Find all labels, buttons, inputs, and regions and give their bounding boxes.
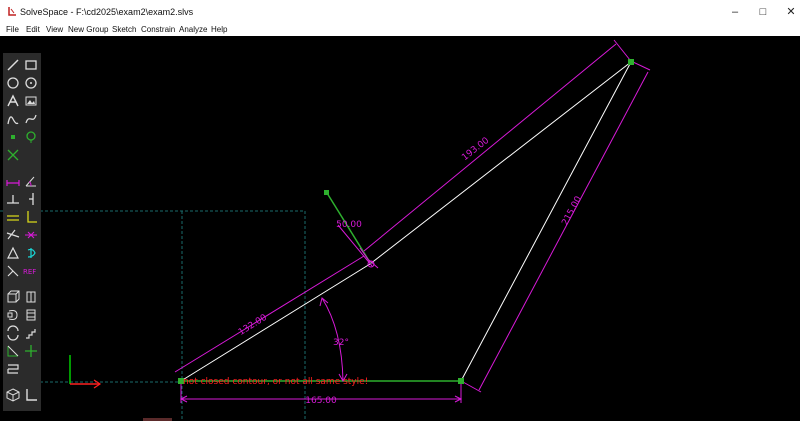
assembly-icon[interactable] — [5, 361, 21, 377]
image-icon[interactable] — [23, 93, 39, 109]
step-translate-icon[interactable] — [5, 325, 21, 341]
title-bar: SolveSpace - F:\cd2025\exam2\exam2.slvs … — [0, 0, 800, 24]
point-icon[interactable] — [5, 129, 21, 145]
ref-label: REF — [23, 268, 36, 276]
dim-label-bottom[interactable]: 165.00 — [305, 396, 337, 406]
split-curves-icon[interactable] — [5, 147, 21, 163]
arc-icon[interactable] — [23, 75, 39, 91]
sketch-canvas[interactable]: 193.00 215.00 50.00 132.00 165.00 32° no… — [0, 36, 800, 421]
menu-file[interactable]: File — [6, 25, 19, 34]
left-toolbar: REF — [3, 53, 41, 411]
point-top-right[interactable] — [628, 59, 634, 65]
solvespace-logo-icon — [8, 7, 16, 16]
close-button[interactable]: ✕ — [776, 0, 800, 24]
menu-help[interactable]: Help — [211, 25, 227, 34]
minimize-button[interactable]: – — [720, 0, 750, 24]
reference-icon[interactable]: REF — [23, 263, 39, 279]
dim-label-short-segment[interactable]: 50.00 — [336, 220, 362, 230]
line-icon[interactable] — [5, 57, 21, 73]
workplane-icon[interactable] — [5, 343, 21, 359]
dimension-right-side[interactable] — [462, 61, 651, 393]
menu-sketch[interactable]: Sketch — [112, 25, 136, 34]
error-message: not closed contour, or not all same styl… — [183, 377, 368, 387]
rectangle-icon[interactable] — [23, 57, 39, 73]
menu-bar: File Edit View New Group Sketch Constrai… — [0, 24, 800, 36]
tangent-icon[interactable] — [5, 227, 21, 243]
menu-view[interactable]: View — [46, 25, 63, 34]
bezier-icon[interactable] — [5, 111, 21, 127]
maximize-button[interactable]: □ — [748, 0, 778, 24]
sketch-svg[interactable]: 193.00 215.00 50.00 132.00 165.00 32° no… — [0, 36, 800, 421]
lathe-icon[interactable] — [23, 289, 39, 305]
parallel-constraint-icon[interactable] — [5, 209, 21, 225]
construction-icon[interactable] — [23, 129, 39, 145]
menu-analyze[interactable]: Analyze — [179, 25, 207, 34]
point-short-end[interactable] — [324, 190, 329, 195]
equal-icon[interactable] — [5, 245, 21, 261]
distance-constraint-icon[interactable] — [5, 173, 21, 189]
revolve-icon[interactable] — [5, 307, 21, 323]
show-workplane-icon[interactable] — [23, 387, 39, 403]
helix-icon[interactable] — [23, 307, 39, 323]
circle-icon[interactable] — [5, 75, 21, 91]
extrude-icon[interactable] — [5, 289, 21, 305]
dim-label-lower-left[interactable]: 132.00 — [237, 313, 269, 338]
dim-label-angle[interactable]: 32° — [333, 338, 349, 348]
step-rotate-icon[interactable] — [23, 325, 39, 341]
dimension-lower-left[interactable] — [174, 255, 365, 373]
top-side-line[interactable] — [369, 61, 632, 265]
midpoint-icon[interactable] — [5, 263, 21, 279]
symmetric-icon[interactable] — [23, 245, 39, 261]
window-title: SolveSpace - F:\cd2025\exam2\exam2.slvs — [20, 7, 194, 17]
menu-constrain[interactable]: Constrain — [141, 25, 175, 34]
right-side-line[interactable] — [460, 61, 632, 382]
angle-constraint-icon[interactable] — [23, 173, 39, 189]
nearest-view-icon[interactable] — [5, 387, 21, 403]
on-point-icon[interactable] — [23, 227, 39, 243]
dimension-top-side[interactable] — [359, 39, 631, 263]
horizontal-constraint-icon[interactable] — [5, 191, 21, 207]
dim-label-right-side[interactable]: 215.00 — [560, 195, 584, 228]
text-icon[interactable] — [5, 93, 21, 109]
group-icon[interactable] — [23, 343, 39, 359]
perpendicular-constraint-icon[interactable] — [23, 209, 39, 225]
menu-edit[interactable]: Edit — [26, 25, 40, 34]
menu-new-group[interactable]: New Group — [68, 25, 108, 34]
vertical-constraint-icon[interactable] — [23, 191, 39, 207]
point-bottom-right[interactable] — [458, 378, 464, 384]
spline-icon[interactable] — [23, 111, 39, 127]
